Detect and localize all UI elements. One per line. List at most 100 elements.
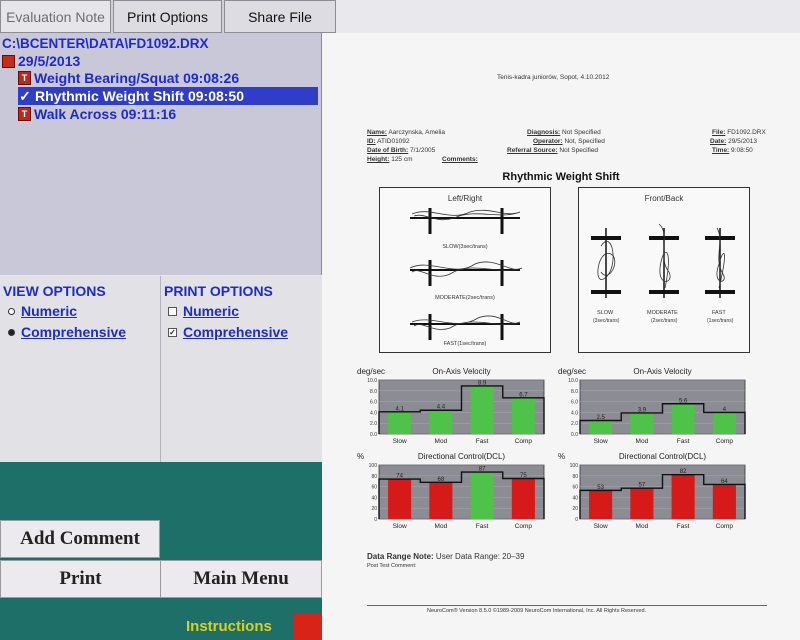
chart-bar (388, 411, 412, 434)
chart-tick-label: 100 (369, 463, 378, 469)
chart-bar (589, 490, 613, 519)
report-header: Tenis-kadra juniorów, Sopot, 4.10.2012 (497, 74, 610, 81)
chart-tick-label: 20 (371, 506, 377, 512)
chart-tick-label: 6.0 (571, 400, 578, 406)
tab-print-options[interactable]: Print Options (113, 0, 222, 33)
fb-slow-sub: (3sec/trans) (593, 318, 620, 324)
chart-category-label: Comp (515, 438, 533, 445)
chart-tick-label: 60 (572, 485, 578, 491)
chart-tick-label: 6.0 (370, 400, 377, 406)
report-title: Rhythmic Weight Shift (502, 171, 620, 183)
report-preview: Tenis-kadra juniorów, Sopot, 4.10.2012 N… (322, 33, 800, 640)
chart-category-label: Mod (435, 523, 448, 530)
view-comprehensive-radio[interactable]: Comprehensive (8, 324, 126, 340)
chart-bar (429, 410, 453, 434)
chart-category-label: Mod (636, 523, 649, 530)
results-charts: On-Axis Velocity deg/sec 10.0 8.0 6.0 4.0 2.0 0… (357, 367, 746, 530)
chart-tick-label: 8.0 (571, 389, 578, 395)
tab-share-file[interactable]: Share File (224, 0, 336, 33)
file-path[interactable]: C:\BCENTER\DATA\FD1092.DRX (2, 36, 209, 51)
report-time: Time: 9:08:50 (712, 147, 753, 154)
chart-bar (671, 403, 695, 434)
view-numeric-label: Numeric (21, 303, 78, 319)
front-back-traces (591, 223, 735, 298)
tree-item-rhythmic-weight-shift[interactable]: ✓ Rhythmic Weight Shift 09:08:50 (18, 87, 318, 105)
tab-bar: Evaluation Note Print Options Share File (0, 0, 336, 33)
tree-date-label: 29/5/2013 (18, 53, 81, 69)
chart-bar (630, 412, 654, 434)
post-test-comment: Post Test Comment: (367, 563, 417, 569)
chart-bar (470, 385, 494, 434)
chart-category-label: Slow (393, 523, 407, 530)
folder-icon (2, 54, 15, 68)
radio-selected-icon (8, 328, 15, 336)
chart-category-label: Fast (476, 438, 489, 445)
radio-icon (8, 307, 15, 315)
chart-tick-label: 0 (374, 517, 377, 523)
lr-moderate-label: MODERATE(2sec/trans) (435, 295, 495, 301)
print-comprehensive-checkbox[interactable]: ✓ Comprehensive (168, 324, 288, 340)
instructions-indicator[interactable] (294, 614, 322, 640)
left-right-traces (409, 208, 523, 340)
print-numeric-checkbox[interactable]: Numeric (168, 303, 239, 319)
chart-tick-label: 0 (575, 517, 578, 523)
file-tree-panel: C:\BCENTER\DATA\FD1092.DRX 29/5/2013 T W… (0, 33, 322, 275)
options-divider (160, 276, 161, 462)
chart-bar (630, 488, 654, 519)
fb-fast-label: FAST (712, 310, 726, 316)
chart-tick-label: 4.0 (571, 410, 578, 416)
operator: Operator: Not, Specified (533, 138, 605, 145)
chart-category-label: Slow (393, 438, 407, 445)
test-icon: T (18, 107, 31, 121)
chart-tick-label: 10.0 (568, 378, 578, 384)
chart-tick-label: 80 (371, 474, 377, 480)
chart-bar (712, 484, 736, 519)
add-comment-button[interactable]: Add Comment (0, 520, 160, 558)
tree-item-label: Walk Across 09:11:16 (34, 106, 177, 122)
front-back-panel: Front/Back SLOW (3sec/trans) MODERATE (2… (578, 187, 750, 353)
tab-evaluation-note[interactable]: Evaluation Note (0, 0, 111, 33)
checkmark-icon: ✓ (19, 87, 31, 104)
tree-item-weight-bearing[interactable]: T Weight Bearing/Squat 09:08:26 (18, 69, 239, 87)
chart-bar (511, 397, 535, 434)
fb-fast-sub: (1sec/trans) (707, 318, 734, 324)
chart-bar (712, 412, 736, 434)
print-options-heading: PRINT OPTIONS (164, 283, 273, 299)
chart-bar (470, 472, 494, 519)
patient-height: Height: 125 cm (367, 156, 413, 163)
chart-tick-label: 20 (572, 506, 578, 512)
file-name: File: FD1092.DRX (712, 129, 766, 136)
lr-fast-label: FAST(1sec/trans) (443, 341, 487, 347)
view-options-heading: VIEW OPTIONS (3, 283, 106, 299)
report-date: Date: 29/5/2013 (710, 138, 757, 145)
tree-item-label: Rhythmic Weight Shift 09:08:50 (35, 88, 245, 104)
chart-category-label: Fast (677, 523, 690, 530)
main-menu-button[interactable]: Main Menu (160, 560, 322, 598)
chart-category-label: Slow (594, 438, 608, 445)
tree-date-node[interactable]: 29/5/2013 (2, 52, 80, 70)
print-button[interactable]: Print (0, 560, 160, 598)
chart-ylabel: % (558, 452, 565, 461)
view-numeric-radio[interactable]: Numeric (8, 303, 77, 319)
chart-tick-label: 2.0 (571, 421, 578, 427)
report-footer: NeuroCom® Version 8.5.0 ©1989-2009 Neuro… (427, 608, 647, 614)
chart-bar (388, 479, 412, 519)
chart-tick-label: 60 (371, 485, 377, 491)
fb-moderate-label: MODERATE (647, 310, 678, 316)
chart-tick-label: 10.0 (367, 378, 377, 384)
comments-label: Comments: (442, 156, 478, 163)
left-right-panel: Left/Right SLOW(3sec/trans) MODERATE(2se… (379, 187, 551, 353)
patient-name: Name: Aarczynska, Amelia (367, 129, 446, 136)
chart-category-label: Fast (476, 523, 489, 530)
instructions-label[interactable]: Instructions (186, 618, 272, 635)
options-panel: VIEW OPTIONS Numeric Comprehensive PRINT… (0, 276, 322, 462)
chart-category-label: Slow (594, 523, 608, 530)
print-numeric-label: Numeric (183, 303, 240, 319)
chart-category-label: Comp (716, 523, 734, 530)
chart-ylabel: % (357, 452, 364, 461)
tree-item-walk-across[interactable]: T Walk Across 09:11:16 (18, 105, 176, 123)
chart-title: Directional Control(DCL) (418, 452, 505, 461)
view-comprehensive-label: Comprehensive (21, 324, 127, 340)
chart-tick-label: 80 (572, 474, 578, 480)
chart-ylabel: deg/sec (558, 367, 586, 376)
